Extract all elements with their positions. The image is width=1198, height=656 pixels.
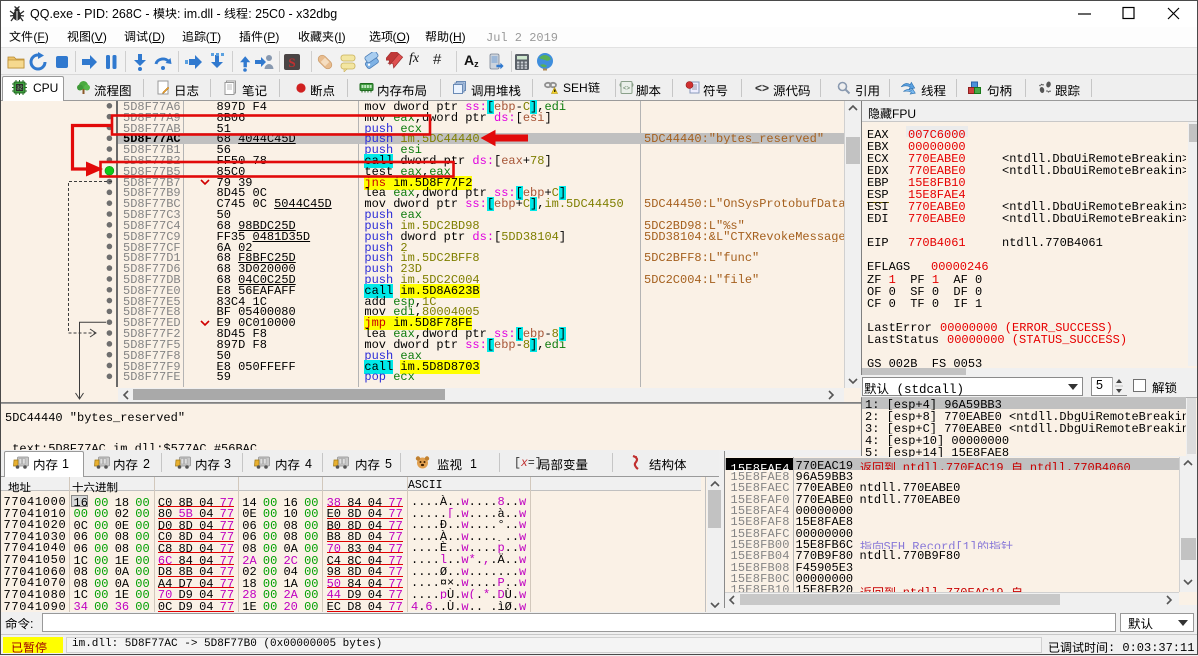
svg-text:S: S <box>288 55 295 70</box>
svg-text:<>: <> <box>623 86 631 92</box>
svg-text:32: 32 <box>16 86 22 92</box>
